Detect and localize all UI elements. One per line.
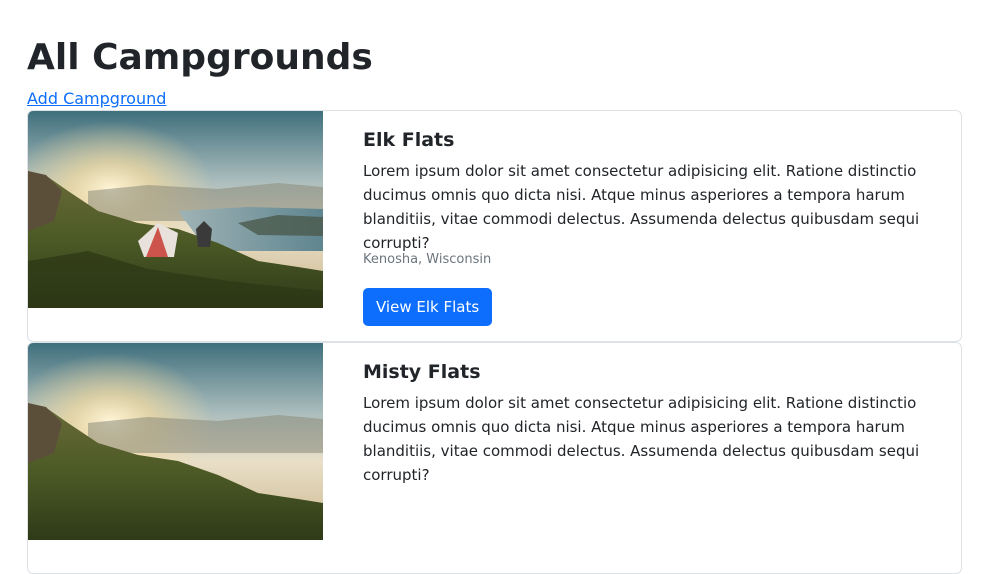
view-campground-button[interactable]: View Elk Flats — [363, 288, 493, 326]
card-title: Misty Flats — [363, 361, 481, 383]
campground-card: Elk Flats Lorem ipsum dolor sit amet con… — [27, 110, 962, 342]
campground-image — [28, 343, 323, 540]
campground-image — [28, 111, 323, 308]
page-title: All Campgrounds — [27, 37, 373, 78]
card-description: Lorem ipsum dolor sit amet consectetur a… — [363, 394, 920, 484]
card-title: Elk Flats — [363, 129, 455, 151]
card-location: Kenosha, Wisconsin — [363, 252, 492, 267]
card-description: Lorem ipsum dolor sit amet consectetur a… — [363, 162, 920, 252]
campground-card: Misty Flats Lorem ipsum dolor sit amet c… — [27, 342, 962, 574]
add-campground-link[interactable]: Add Campground — [27, 88, 166, 110]
